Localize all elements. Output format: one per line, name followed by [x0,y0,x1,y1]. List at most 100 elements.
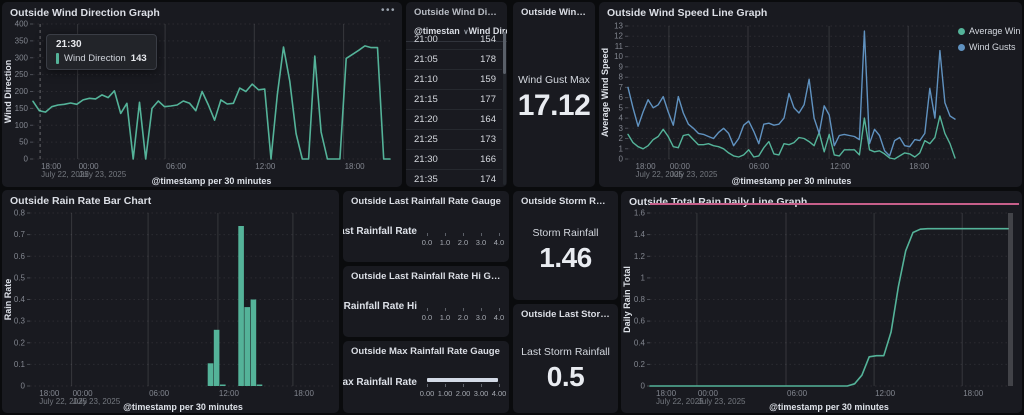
svg-text:Average Wind Speed: Average Wind Speed [600,48,610,137]
panel-title: Outside Wind Speed Line Graph [599,2,1022,21]
panel-title: Outside Max Rainfall Rate Gauge [343,341,509,359]
panel-rainfall-hi-gauge: Outside Last Rainfall Rate Hi Gauge Rain… [343,266,509,337]
panel-title: Outside Last Storm Rainfall Me... [513,304,618,322]
svg-text:@timestamp per 30 minutes: @timestamp per 30 minutes [769,402,889,412]
table-row: 21:30166 [406,150,502,170]
svg-text:6: 6 [619,93,624,102]
svg-text:July 23, 2025: July 23, 2025 [79,170,127,179]
scrollbar-thumb[interactable] [503,32,506,74]
svg-text:0: 0 [619,155,624,164]
panel-menu-icon[interactable]: ••• [381,5,396,16]
svg-text:@timestamp per 30 minutes: @timestamp per 30 minutes [123,402,243,412]
svg-text:Rain Rate: Rain Rate [3,279,13,321]
svg-text:11: 11 [615,42,624,51]
svg-text:4: 4 [619,114,624,123]
svg-text:06:00: 06:00 [787,389,808,398]
svg-text:06:00: 06:00 [149,389,170,398]
panel-storm-rainfall: Outside Storm Rainfall Metric Storm Rain… [513,191,618,300]
panel-last-storm-rainfall: Outside Last Storm Rainfall Me... Last S… [513,304,618,413]
rain-rate-chart[interactable]: 00.10.20.30.40.50.60.70.818:00July 22, 2… [2,208,339,413]
legend-item[interactable]: Average Wind ... [958,26,1020,36]
metric-label: Last Storm Rainfall [521,346,610,358]
svg-text:1: 1 [619,144,624,153]
table-row: 21:35174 [406,170,502,187]
metric-label: Wind Gust Max [518,74,590,86]
svg-text:10: 10 [614,52,623,61]
svg-text:1: 1 [641,273,646,282]
svg-text:0.3: 0.3 [14,317,26,326]
panel-title: Outside Storm Rainfall Metric [513,191,618,209]
gauge-row: Max Rainfall Rate 0.001.002.003.004.00 [351,378,499,402]
metric-value: 0.5 [547,363,584,391]
legend: Average Wind ... Wind Gusts [958,26,1020,58]
svg-text:250: 250 [15,70,29,79]
legend-dot-icon [958,44,965,51]
svg-text:1.6: 1.6 [634,209,646,218]
svg-text:0.4: 0.4 [634,338,646,347]
svg-text:5: 5 [619,103,624,112]
gauge-label: Last Rainfall Rate [343,226,417,237]
svg-text:0.2: 0.2 [14,338,26,347]
svg-text:12:00: 12:00 [875,389,896,398]
metric-label: Storm Rainfall [533,227,599,239]
svg-text:18:00: 18:00 [345,162,366,171]
gauge-row: Rainfall Rate Hi 0.01.02.03.04.0 [351,302,499,326]
svg-text:July 23, 2025: July 23, 2025 [698,397,746,406]
svg-text:Daily Rain Total: Daily Rain Total [622,266,632,333]
svg-text:350: 350 [15,36,29,45]
svg-text:12:00: 12:00 [255,162,276,171]
rainfall-hi-gauge: 0.01.02.03.04.0 [427,302,499,326]
svg-text:0.7: 0.7 [14,230,26,239]
svg-text:7: 7 [619,83,624,92]
svg-text:13: 13 [614,22,623,31]
svg-text:@timestamp per 30 minutes: @timestamp per 30 minutes [152,176,272,186]
svg-text:12:00: 12:00 [830,162,851,171]
panel-title: Outside Last Rainfall Rate Gauge [343,191,509,209]
panel-wind-gust-max: Outside Wind Gust Ma... Wind Gust Max 17… [513,2,595,187]
svg-text:0.4: 0.4 [14,295,26,304]
table-row: 21:25173 [406,130,502,150]
table-row: 21:10159 [406,70,502,90]
svg-text:Wind Direction: Wind Direction [3,60,13,123]
panel-title: Outside Wind Gust Ma... [513,2,595,20]
storm-rainfall-metric: Storm Rainfall 1.46 [513,227,618,272]
svg-text:@timestamp per 30 minutes: @timestamp per 30 minutes [732,176,852,186]
wind-gust-metric: Wind Gust Max 17.12 [513,74,595,121]
gauge-row: Last Rainfall Rate 0.01.02.03.04.0 [351,227,499,251]
svg-text:18:00: 18:00 [294,389,315,398]
table-row: 21:20164 [406,110,502,130]
table-row: 21:05178 [406,50,502,70]
svg-text:06:00: 06:00 [749,162,770,171]
svg-text:18:00: 18:00 [909,162,930,171]
wind-direction-table-body: 21:0015421:0517821:1015921:1517721:20164… [406,30,502,187]
daily-rain-chart[interactable]: 00.20.40.60.811.21.41.618:00July 22, 202… [621,209,1022,413]
svg-text:06:00: 06:00 [166,162,187,171]
metric-value: 17.12 [518,91,591,121]
svg-text:18:00: 18:00 [963,389,984,398]
svg-text:0: 0 [24,155,29,164]
tooltip-value: 143 [131,53,147,64]
svg-text:3: 3 [619,124,624,133]
last-rainfall-gauge: 0.01.02.03.04.0 [427,227,499,251]
legend-label: Average Wind ... [969,26,1020,36]
panel-title: Outside Rain Rate Bar Chart [2,190,339,209]
tooltip-series-label: Wind Direction [64,53,126,64]
svg-text:1.2: 1.2 [634,252,646,261]
panel-title: Outside Total Rain Daily Line Graph [621,191,1022,210]
svg-text:200: 200 [15,87,29,96]
chart-tooltip: 21:30 Wind Direction 143 [46,34,157,70]
panel-total-rain-graph: Outside Total Rain Daily Line Graph 00.2… [621,191,1022,413]
table-row: 21:15177 [406,90,502,110]
tooltip-series-color-bar [56,53,59,64]
panel-title: Outside Last Rainfall Rate Hi Gauge [343,266,509,284]
svg-text:400: 400 [15,20,29,29]
panel-rain-rate-chart: Outside Rain Rate Bar Chart 00.10.20.30.… [2,190,339,413]
svg-text:0.1: 0.1 [14,360,26,369]
svg-text:50: 50 [19,138,28,147]
svg-text:100: 100 [15,121,29,130]
svg-text:12:00: 12:00 [219,389,240,398]
svg-text:0.5: 0.5 [14,273,26,282]
legend-item[interactable]: Wind Gusts [958,42,1020,52]
panel-title: Outside Wind Direction Graph [2,2,402,21]
svg-text:0: 0 [641,382,646,391]
